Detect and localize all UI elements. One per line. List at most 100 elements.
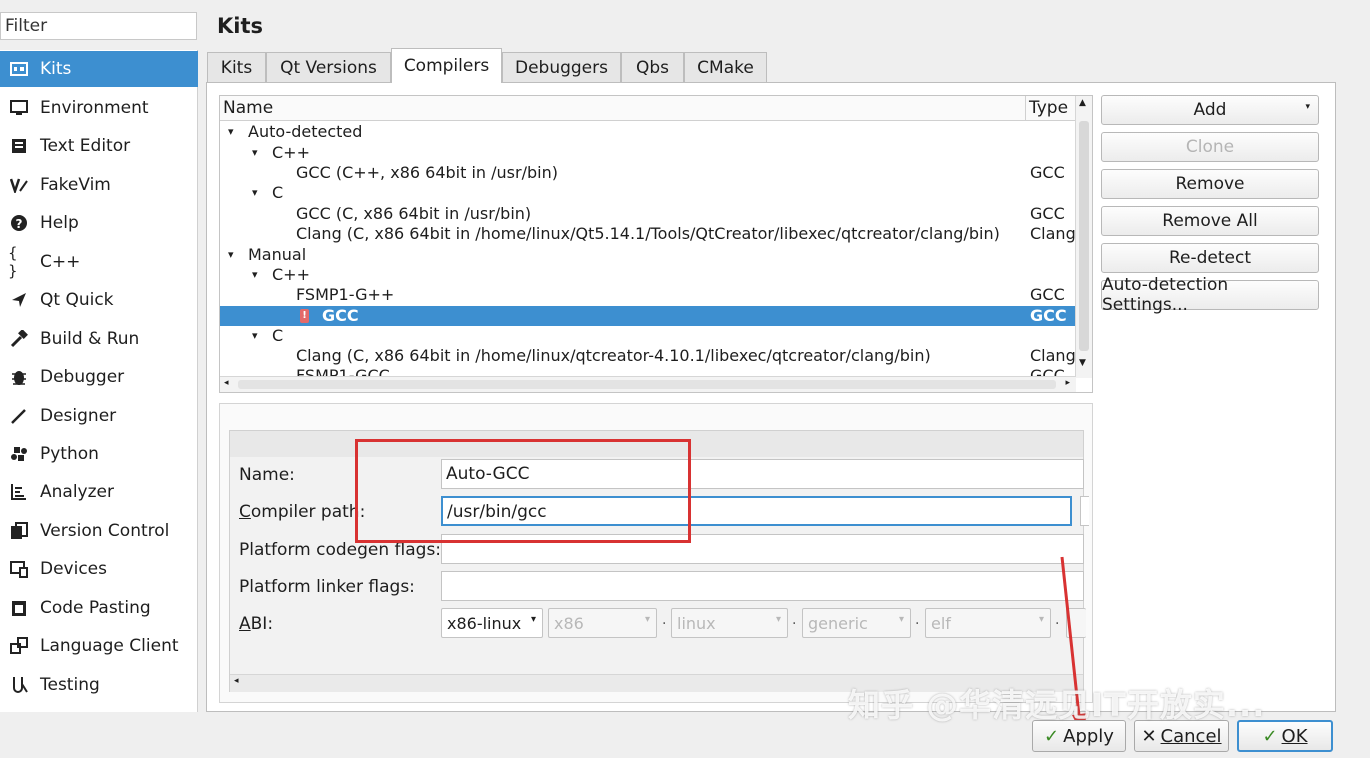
sidebar-item-label: Build & Run <box>40 329 140 349</box>
scroll-thumb[interactable] <box>238 380 1056 389</box>
expand-arrow-icon[interactable]: ▾ <box>252 326 258 346</box>
python-icon <box>8 443 30 465</box>
sidebar-item-version-control[interactable]: Version Control <box>0 513 198 549</box>
sidebar-item-designer[interactable]: Designer <box>0 398 198 434</box>
sidebar-item-build-run[interactable]: Build & Run <box>0 321 198 357</box>
fakevim-icon <box>8 174 30 196</box>
scroll-left-icon[interactable]: ◂ <box>234 676 239 686</box>
tree-row[interactable]: GCC (C, x86 64bit in /usr/bin) GCC <box>220 204 1076 224</box>
scroll-thumb[interactable] <box>1079 121 1089 351</box>
abi-arch-select[interactable]: x86-linux ▾ <box>441 608 543 638</box>
sidebar-item-python[interactable]: Python <box>0 436 198 472</box>
scroll-right-icon[interactable]: ▸ <box>1065 378 1070 388</box>
dropdown-arrow-icon: ▾ <box>644 614 650 625</box>
add-button[interactable]: Add ▾ <box>1101 95 1319 125</box>
browse-button[interactable] <box>1080 496 1089 526</box>
close-icon: ✕ <box>1141 725 1157 747</box>
dropdown-arrow-icon: ▾ <box>898 614 904 625</box>
language-client-icon <box>8 635 30 657</box>
filter-input[interactable]: Filter <box>0 12 197 40</box>
highlight-annotation <box>355 439 691 543</box>
abi-flavor-select[interactable]: generic ▾ <box>802 608 911 638</box>
expand-arrow-icon[interactable]: ▾ <box>252 143 258 163</box>
tab-kits[interactable]: Kits <box>207 52 266 82</box>
sidebar-item-qt-quick[interactable]: Qt Quick <box>0 282 198 318</box>
tree-row[interactable]: FSMP1-G++ GCC <box>220 285 1076 305</box>
sidebar-item-text-editor[interactable]: Text Editor <box>0 128 198 164</box>
dropdown-arrow-icon: ▾ <box>1305 102 1310 112</box>
clone-button[interactable]: Clone <box>1101 132 1319 162</box>
sidebar-item-devices[interactable]: Devices <box>0 551 198 587</box>
compiler-tree[interactable]: Name Type ▾ Auto-detected ▾ C++ GCC (C++, … <box>219 95 1093 393</box>
tab-debuggers[interactable]: Debuggers <box>502 52 621 82</box>
sidebar-item-label: Designer <box>40 406 117 426</box>
tree-row-selected[interactable]: ! GCC GCC <box>220 306 1076 326</box>
expand-arrow-icon[interactable]: ▾ <box>252 265 258 285</box>
sidebar-item-kits[interactable]: Kits <box>0 51 198 87</box>
devices-icon <box>8 558 30 580</box>
sidebar-item-language-client[interactable]: Language Client <box>0 628 198 664</box>
help-icon: ? <box>8 212 30 234</box>
abi-os-select[interactable]: linux ▾ <box>671 608 788 638</box>
tree-row[interactable]: ▾ C++ <box>220 143 1076 163</box>
sidebar-item-analyzer[interactable]: Analyzer <box>0 474 198 510</box>
sidebar-item-debugger[interactable]: Debugger <box>0 359 198 395</box>
sidebar-item-fakevim[interactable]: FakeVim <box>0 167 198 203</box>
linker-flags-label: Platform linker flags: <box>239 577 415 597</box>
tree-row[interactable]: Clang (C, x86 64bit in /home/linux/qtcre… <box>220 346 1076 366</box>
sidebar-item-testing[interactable]: Testing <box>0 667 198 703</box>
scroll-left-icon[interactable]: ◂ <box>224 378 229 388</box>
version-control-icon <box>8 520 30 542</box>
sidebar-item-code-pasting[interactable]: Code Pasting <box>0 590 198 626</box>
monitor-icon <box>8 97 30 119</box>
sidebar-item-cpp[interactable]: { } C++ <box>0 244 198 280</box>
dropdown-arrow-icon: ▾ <box>530 614 536 625</box>
expand-arrow-icon[interactable]: ▾ <box>252 183 258 203</box>
dropdown-arrow-icon: ▾ <box>775 614 781 625</box>
sidebar-item-label: Code Pasting <box>40 598 151 618</box>
tree-row[interactable]: ▾ Auto-detected <box>220 122 1076 142</box>
pen-icon <box>8 405 30 427</box>
page-title: Kits <box>217 14 264 38</box>
tab-cmake[interactable]: CMake <box>684 52 767 82</box>
tree-row[interactable]: ▾ C <box>220 326 1076 346</box>
sidebar-item-label: Help <box>40 213 79 233</box>
sidebar-item-label: Testing <box>40 675 100 695</box>
column-header-name[interactable]: Name <box>220 96 1026 121</box>
redetect-button[interactable]: Re-detect <box>1101 243 1319 273</box>
code-pasting-icon <box>8 597 30 619</box>
tab-qt-versions[interactable]: Qt Versions <box>266 52 391 82</box>
tree-row[interactable]: ▾ Manual <box>220 245 1076 265</box>
horizontal-scrollbar[interactable]: ◂ ▸ <box>220 376 1076 392</box>
auto-detection-settings-button[interactable]: Auto-detection Settings... <box>1101 275 1319 315</box>
sidebar-item-label: Environment <box>40 98 149 118</box>
vertical-scrollbar[interactable]: ▲ ▼ <box>1075 96 1092 378</box>
column-header-type[interactable]: Type <box>1026 96 1076 121</box>
remove-all-button[interactable]: Remove All <box>1101 206 1319 236</box>
scroll-down-icon[interactable]: ▼ <box>1079 358 1086 368</box>
scroll-up-icon[interactable]: ▲ <box>1079 98 1086 108</box>
sidebar-item-label: Language Client <box>40 636 179 656</box>
remove-button[interactable]: Remove <box>1101 169 1319 199</box>
tree-row[interactable]: Clang (C, x86 64bit in /home/linux/Qt5.1… <box>220 224 1076 244</box>
tree-row[interactable]: GCC (C++, x86 64bit in /usr/bin) GCC <box>220 163 1076 183</box>
analyzer-icon <box>8 481 30 503</box>
sidebar-item-environment[interactable]: Environment <box>0 90 198 126</box>
sidebar: Kits Environment Text Editor FakeVim ? H… <box>0 50 198 712</box>
tree-row[interactable]: ▾ C++ <box>220 265 1076 285</box>
sidebar-item-help[interactable]: ? Help <box>0 205 198 241</box>
text-editor-icon <box>8 135 30 157</box>
linker-flags-field[interactable] <box>441 571 1084 601</box>
tab-compilers[interactable]: Compilers <box>391 48 502 83</box>
sidebar-item-label: Qt Quick <box>40 290 114 310</box>
check-icon: ✓ <box>1044 725 1060 747</box>
expand-arrow-icon[interactable]: ▾ <box>228 122 234 142</box>
abi-label: ABI: <box>239 614 274 634</box>
tab-qbs[interactable]: Qbs <box>621 52 684 82</box>
sidebar-item-label: FakeVim <box>40 175 111 195</box>
abi-architecture-select[interactable]: x86 ▾ <box>548 608 657 638</box>
expand-arrow-icon[interactable]: ▾ <box>228 245 234 265</box>
tree-row[interactable]: ▾ C <box>220 183 1076 203</box>
abi-format-select[interactable]: elf ▾ <box>925 608 1051 638</box>
testing-icon <box>8 674 30 696</box>
